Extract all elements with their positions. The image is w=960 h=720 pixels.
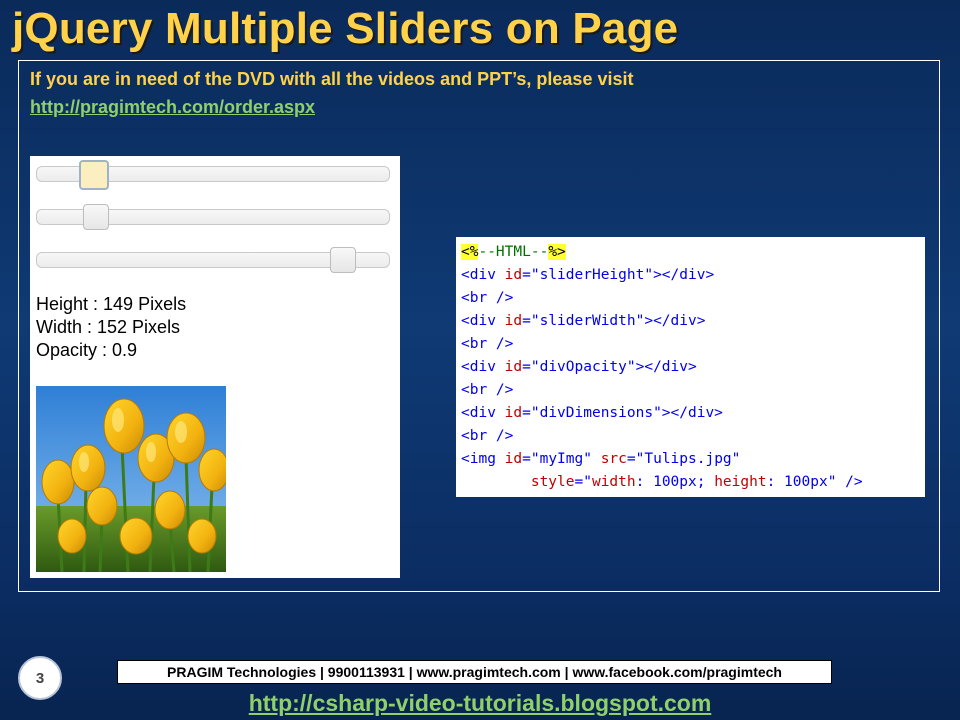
code-line: <div id="sliderWidth"></div> xyxy=(461,313,706,329)
blog-link[interactable]: http://csharp-video-tutorials.blogspot.c… xyxy=(0,690,960,717)
code-line: <img id="myImg" src="Tulips.jpg" xyxy=(461,451,741,467)
code-line: <br /> xyxy=(461,336,514,352)
height-slider-handle[interactable] xyxy=(79,160,109,190)
opacity-slider[interactable] xyxy=(36,247,390,273)
code-line: <br /> xyxy=(461,382,514,398)
width-slider[interactable] xyxy=(36,204,390,230)
code-line: <%--HTML--%> xyxy=(461,244,566,260)
tulips-image xyxy=(36,386,226,572)
code-line: <br /> xyxy=(461,428,514,444)
order-link[interactable]: http://pragimtech.com/order.aspx xyxy=(30,97,315,118)
height-slider[interactable] xyxy=(36,160,390,190)
height-readout: Height : 149 Pixels xyxy=(36,294,187,314)
code-snippet-panel: <%--HTML--%> <div id="sliderHeight"></di… xyxy=(456,237,925,497)
code-line: <div id="sliderHeight"></div> xyxy=(461,267,715,283)
company-footer: PRAGIM Technologies | 9900113931 | www.p… xyxy=(117,660,832,684)
opacity-slider-handle[interactable] xyxy=(330,247,356,273)
code-line: <br /> xyxy=(461,290,514,306)
width-slider-handle[interactable] xyxy=(83,204,109,230)
opacity-readout: Opacity : 0.9 xyxy=(36,340,138,360)
slide-title: jQuery Multiple Sliders on Page xyxy=(12,4,679,53)
dvd-notice-text: If you are in need of the DVD with all t… xyxy=(30,69,634,89)
width-readout: Width : 152 Pixels xyxy=(36,317,181,337)
code-line: <div id="divDimensions"></div> xyxy=(461,405,723,421)
code-line: style="width: 100px; height: 100px" /> xyxy=(530,474,863,490)
code-line: <div id="divOpacity"></div> xyxy=(461,359,697,375)
slider-demo-panel: Height : 149 Pixels Width : 152 Pixels O… xyxy=(30,156,400,578)
